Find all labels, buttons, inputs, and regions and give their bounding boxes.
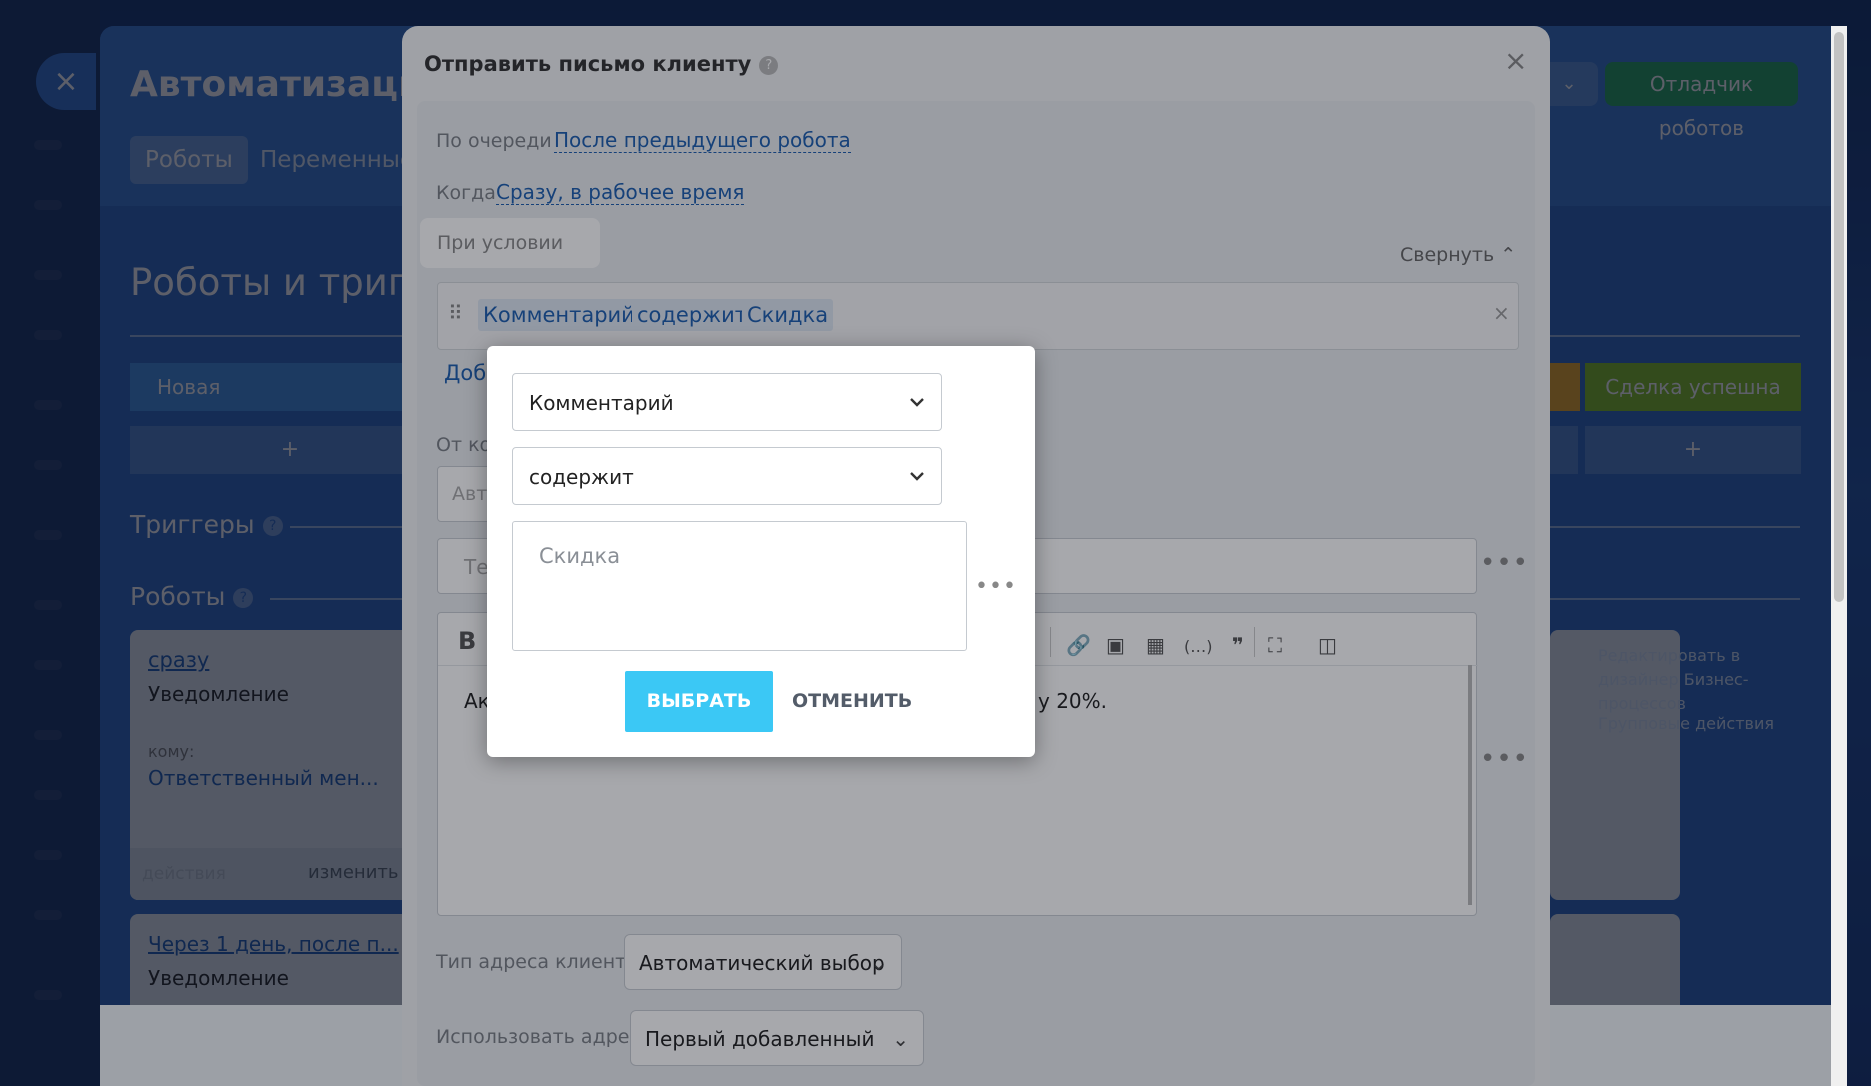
chevron-down-icon — [910, 398, 924, 407]
field-select[interactable]: Комментарий — [512, 373, 942, 431]
condition-popup: Комментарий содержит Скидка ••• ВЫБРАТЬ … — [487, 346, 1035, 757]
scrollbar-thumb[interactable] — [1834, 32, 1844, 602]
page-scrollbar[interactable] — [1831, 26, 1847, 1086]
field-select-value: Комментарий — [529, 391, 674, 415]
chevron-down-icon — [910, 472, 924, 481]
value-textarea[interactable]: Скидка — [512, 521, 967, 651]
select-button[interactable]: ВЫБРАТЬ — [625, 671, 773, 732]
more-icon[interactable]: ••• — [975, 574, 1017, 599]
value-placeholder: Скидка — [539, 544, 621, 568]
operator-select-value: содержит — [529, 465, 634, 489]
operator-select[interactable]: содержит — [512, 447, 942, 505]
cancel-button[interactable]: ОТМЕНИТЬ — [792, 671, 912, 732]
